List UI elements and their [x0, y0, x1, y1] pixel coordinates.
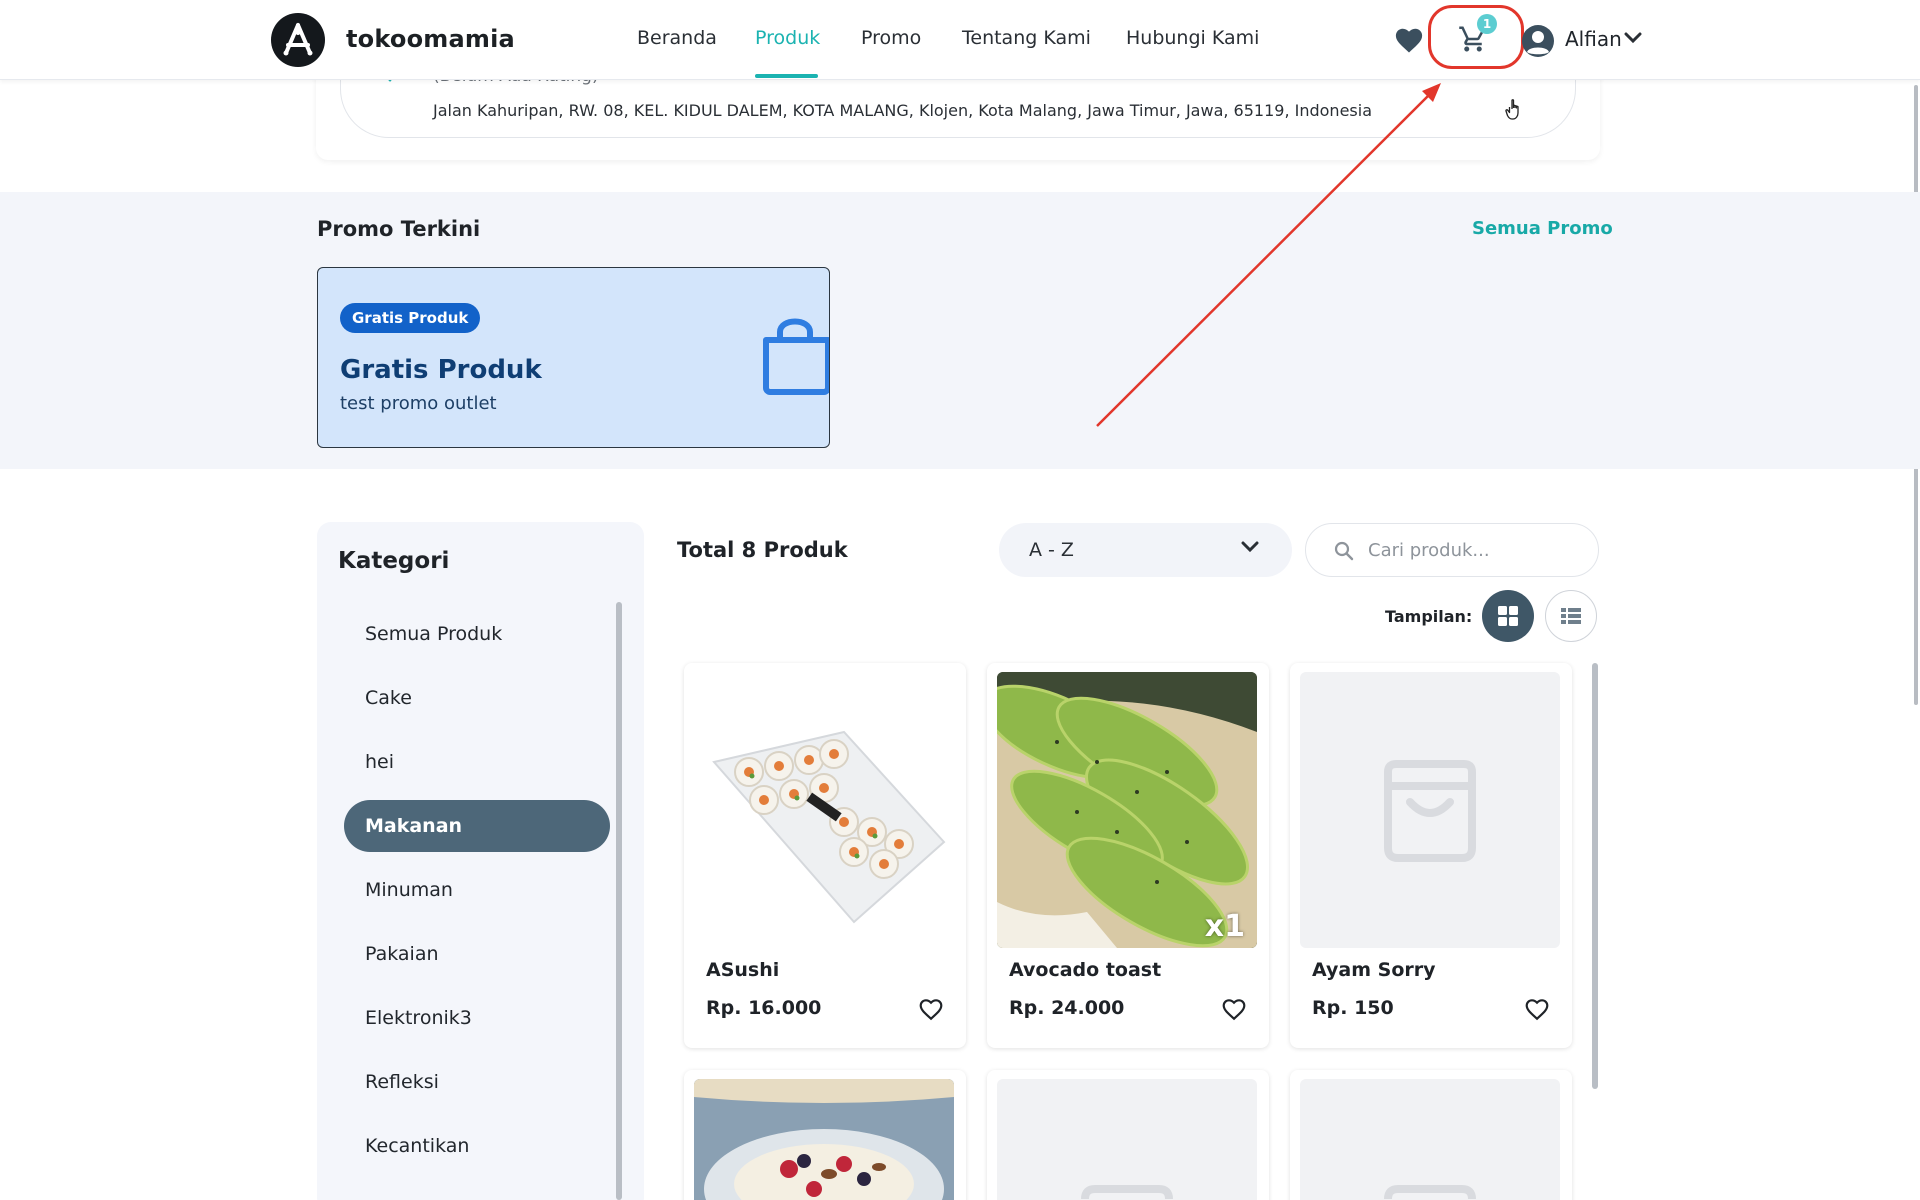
product-grid-scrollbar[interactable] — [1592, 663, 1598, 1089]
search-icon — [1334, 541, 1354, 561]
product-card[interactable] — [684, 1070, 966, 1200]
product-card[interactable]: ASushi Rp. 16.000 — [684, 663, 966, 1048]
nav-hubungi-kami[interactable]: Hubungi Kami — [1126, 27, 1259, 49]
top-navbar: tokoomamia Beranda Produk Promo Tentang … — [0, 0, 1920, 80]
logo-mark-icon — [283, 23, 313, 56]
product-image-placeholder — [1300, 1079, 1560, 1200]
category-item-refleksi[interactable]: Refleksi — [344, 1056, 610, 1108]
nav-tentang-kami[interactable]: Tentang Kami — [962, 27, 1091, 49]
nav-promo[interactable]: Promo — [861, 27, 921, 49]
product-price: Rp. 24.000 — [1009, 997, 1125, 1019]
product-image-dessert — [694, 1079, 954, 1200]
user-name[interactable]: Alfian — [1565, 27, 1622, 51]
product-card[interactable]: x1 Avocado toast Rp. 24.000 — [987, 663, 1269, 1048]
chevron-down-icon[interactable] — [1624, 32, 1642, 44]
nav-beranda[interactable]: Beranda — [637, 27, 717, 49]
category-item-pakaian[interactable]: Pakaian — [344, 928, 610, 980]
promo-section — [0, 192, 1920, 469]
promo-card-description: test promo outlet — [340, 393, 497, 414]
brand-logo[interactable] — [271, 13, 325, 67]
grid-view-button[interactable] — [1482, 590, 1534, 642]
sort-dropdown[interactable]: A - Z — [999, 523, 1292, 577]
placeholder-bag-icon — [1081, 1185, 1173, 1200]
shopping-bag-icon — [763, 318, 829, 395]
see-all-promo-link[interactable]: Semua Promo — [1472, 218, 1613, 239]
product-name: ASushi — [706, 959, 780, 981]
cart-quantity-badge: x1 — [1204, 909, 1245, 944]
sort-selected-value: A - Z — [1029, 539, 1074, 561]
product-price: Rp. 16.000 — [706, 997, 822, 1019]
category-title: Kategori — [338, 548, 450, 574]
category-item-makanan[interactable]: Makanan — [344, 800, 610, 852]
heart-outline-icon[interactable] — [1524, 997, 1550, 1021]
list-icon — [1561, 608, 1581, 624]
wishlist-heart-icon[interactable] — [1394, 26, 1424, 54]
promo-card[interactable]: Gratis Produk Gratis Produk test promo o… — [317, 267, 830, 448]
cart-annotation-circle — [1428, 5, 1524, 69]
product-card[interactable] — [1290, 1070, 1572, 1200]
category-item-minuman[interactable]: Minuman — [344, 864, 610, 916]
product-image-avocado-toast: x1 — [997, 672, 1257, 948]
nav-active-indicator — [755, 74, 818, 78]
product-price: Rp. 150 — [1312, 997, 1394, 1019]
product-name: Ayam Sorry — [1312, 959, 1436, 981]
product-total-count: Total 8 Produk — [677, 538, 848, 562]
category-item-kecantikan[interactable]: Kecantikan — [344, 1120, 610, 1172]
category-scrollbar[interactable] — [616, 602, 622, 1200]
hand-cursor-icon — [1505, 99, 1519, 120]
product-name: Avocado toast — [1009, 959, 1162, 981]
brand-name[interactable]: tokoomamia — [346, 25, 515, 53]
product-card[interactable]: Ayam Sorry Rp. 150 — [1290, 663, 1572, 1048]
category-item-semua-produk[interactable]: Semua Produk — [344, 608, 610, 660]
heart-outline-icon[interactable] — [918, 997, 944, 1021]
product-search-input[interactable] — [1368, 536, 1578, 564]
user-avatar-icon[interactable] — [1521, 24, 1555, 58]
sushi-image — [712, 730, 946, 924]
chevron-down-icon — [1241, 541, 1259, 553]
product-image-sushi — [694, 672, 954, 948]
view-mode-label: Tampilan: — [1385, 607, 1473, 626]
placeholder-bag-icon — [1384, 760, 1476, 862]
list-view-button[interactable] — [1545, 590, 1597, 642]
category-item-hei[interactable]: hei — [344, 736, 610, 788]
product-search-box — [1305, 523, 1599, 577]
product-image-placeholder — [997, 1079, 1257, 1200]
grid-icon — [1498, 606, 1518, 626]
heart-outline-icon[interactable] — [1221, 997, 1247, 1021]
avocado-toast-image — [997, 672, 1257, 948]
placeholder-bag-icon — [1384, 1185, 1476, 1200]
nav-produk[interactable]: Produk — [755, 27, 820, 49]
category-item-cake[interactable]: Cake — [344, 672, 610, 724]
dessert-image — [694, 1079, 954, 1200]
outlet-address-text: Jalan Kahuripan, RW. 08, KEL. KIDUL DALE… — [433, 101, 1372, 120]
product-card[interactable] — [987, 1070, 1269, 1200]
promo-card-title: Gratis Produk — [340, 355, 542, 385]
promo-section-title: Promo Terkini — [317, 217, 481, 241]
product-image-placeholder — [1300, 672, 1560, 948]
category-item-elektronik3[interactable]: Elektronik3 — [344, 992, 610, 1044]
promo-type-badge: Gratis Produk — [340, 303, 481, 333]
